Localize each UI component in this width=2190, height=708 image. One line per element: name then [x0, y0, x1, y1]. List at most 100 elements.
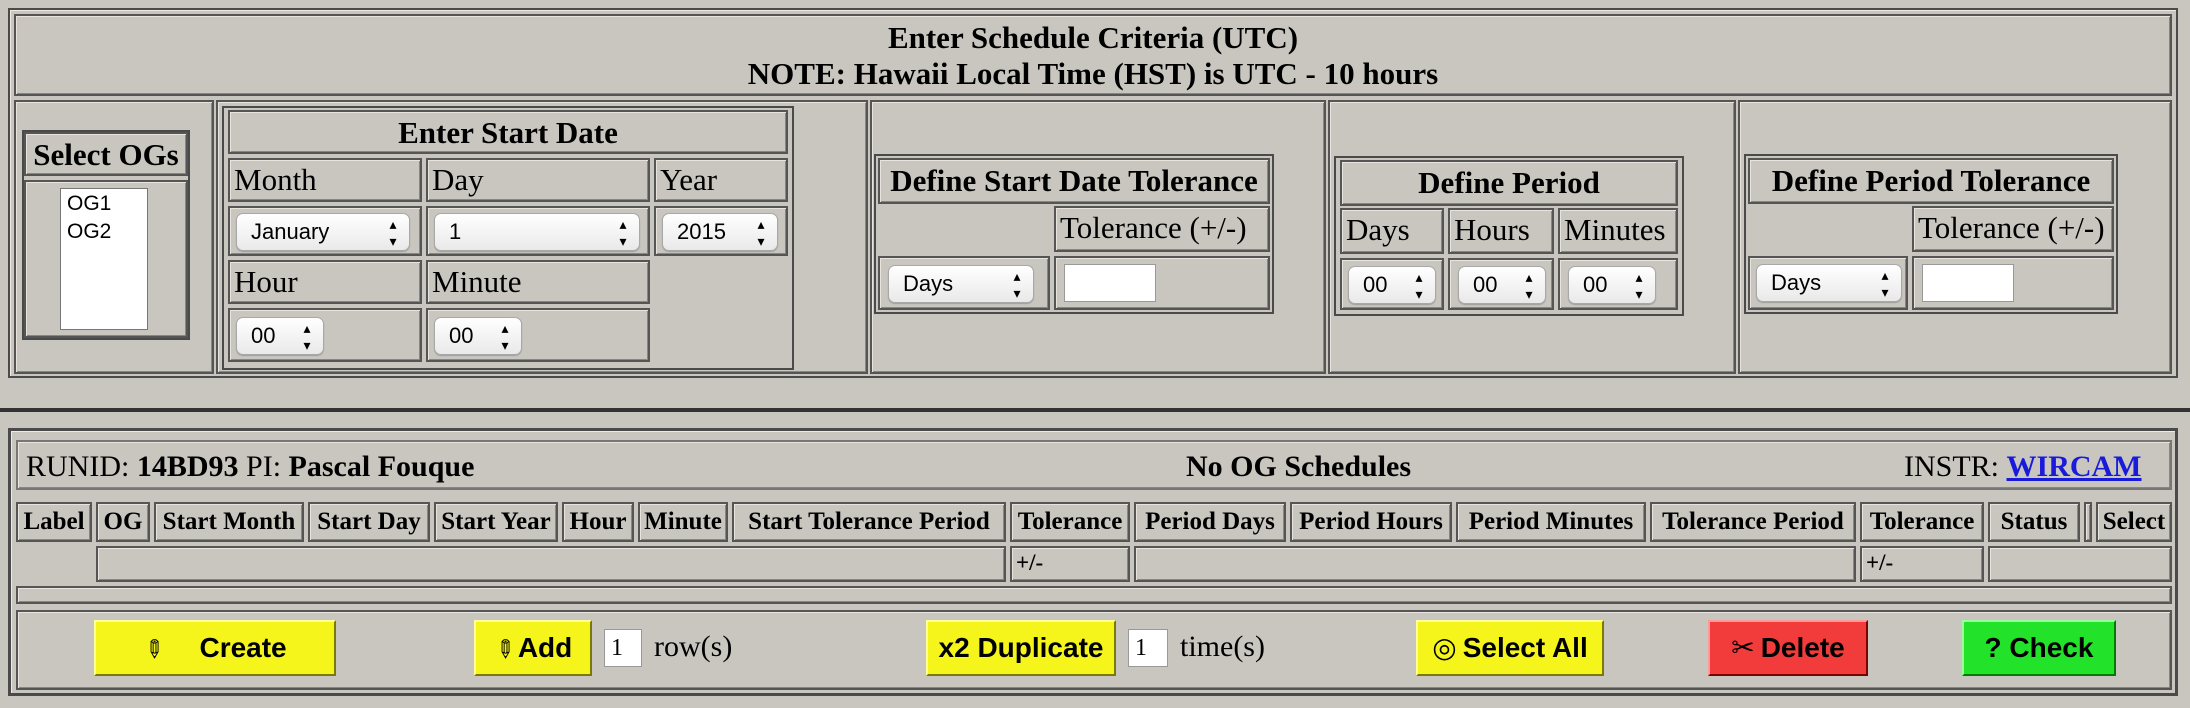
pencil-icon: ✎: [137, 632, 171, 667]
select-arrows-icon: ▴ ▾: [389, 216, 397, 249]
start-tolerance-input[interactable]: [1064, 264, 1156, 302]
period-minutes-label: Minutes: [1558, 208, 1678, 254]
criteria-note: NOTE: Hawaii Local Time (HST) is UTC - 1…: [747, 56, 1439, 91]
period-days-label: Days: [1340, 208, 1444, 254]
col-header-start-day: Start Day: [308, 502, 430, 542]
runid-label: RUNID:: [26, 450, 130, 483]
select-arrows-icon: ▴ ▾: [1881, 267, 1889, 300]
select-arrows-icon: ▴ ▾: [1525, 269, 1533, 302]
select-arrows-icon: ▴ ▾: [619, 216, 627, 249]
run-info: RUNID: 14BD93 PI: Pascal Fouque: [26, 450, 474, 484]
minute-select[interactable]: 00 ▴ ▾: [434, 317, 522, 355]
period-hours-label: Hours: [1448, 208, 1554, 254]
col-header-start-month: Start Month: [154, 502, 304, 542]
period-minutes-select[interactable]: 00 ▴ ▾: [1568, 266, 1656, 304]
criteria-header: Enter Schedule Criteria (UTC) NOTE: Hawa…: [14, 14, 2172, 96]
add-rows-value: 1: [611, 635, 623, 661]
duplicate-times-input[interactable]: 1: [1128, 629, 1168, 667]
period-tolerance-input[interactable]: [1922, 264, 2014, 302]
day-label: Day: [426, 158, 650, 202]
start-date-title: Enter Start Date: [228, 110, 788, 154]
col-header-og: OG: [96, 502, 150, 542]
month-select-value: January: [251, 219, 330, 244]
col-header-start-year: Start Year: [434, 502, 558, 542]
select-arrows-icon: ▴ ▾: [1415, 269, 1423, 302]
col-header-blank: [2084, 502, 2092, 542]
period-title: Define Period: [1340, 160, 1678, 206]
select-all-button[interactable]: ◎ Select All: [1416, 620, 1604, 676]
scissors-icon: ✂: [1731, 632, 1755, 663]
col-header-period-minutes: Period Minutes: [1456, 502, 1646, 542]
month-select[interactable]: January ▴ ▾: [236, 213, 410, 251]
create-button[interactable]: ✎ Create: [94, 620, 336, 676]
period-hours-value: 00: [1473, 272, 1498, 297]
day-select-value: 1: [449, 219, 462, 244]
pi-label: PI:: [246, 450, 282, 483]
month-label: Month: [228, 158, 422, 202]
og-option[interactable]: OG1: [61, 189, 147, 219]
period-days-value: 00: [1363, 272, 1388, 297]
period-tolerance-unit-select[interactable]: Days ▴ ▾: [1756, 264, 1902, 302]
check-button[interactable]: ? Check: [1962, 620, 2116, 676]
select-ogs-title: Select OGs: [24, 132, 188, 176]
add-rows-input[interactable]: 1: [604, 629, 642, 667]
col-header-period-days: Period Days: [1134, 502, 1286, 542]
section-divider: [0, 408, 2190, 412]
year-select-value: 2015: [677, 219, 726, 244]
period-tolerance-label: Tolerance (+/-): [1912, 206, 2114, 252]
year-label: Year: [654, 158, 788, 202]
minute-label: Minute: [426, 260, 650, 304]
table-row-tolerance: +/-: [1010, 546, 1130, 582]
col-header-minute: Minute: [638, 502, 728, 542]
tolerance-symbol: +/-: [1866, 550, 1894, 575]
tolerance-symbol: +/-: [1016, 550, 1044, 575]
period-tolerance-title: Define Period Tolerance: [1748, 158, 2114, 204]
period-minutes-value: 00: [1583, 272, 1608, 297]
minute-select-value: 00: [449, 323, 474, 348]
criteria-title: Enter Schedule Criteria (UTC): [887, 20, 1299, 55]
rows-suffix: row(s): [654, 630, 733, 663]
add-button[interactable]: ✎Add: [474, 620, 592, 676]
times-suffix: time(s): [1180, 630, 1265, 663]
col-header-select: Select: [2096, 502, 2172, 542]
select-arrows-icon: ▴ ▾: [757, 216, 765, 249]
table-row-cell: [1988, 546, 2172, 582]
col-header-tolerance: Tolerance: [1010, 502, 1130, 542]
col-header-hour: Hour: [562, 502, 634, 542]
table-row-tolerance: +/-: [1860, 546, 1984, 582]
period-hours-select[interactable]: 00 ▴ ▾: [1458, 266, 1546, 304]
schedule-status: No OG Schedules: [1186, 450, 1412, 483]
year-select[interactable]: 2015 ▴ ▾: [662, 213, 778, 251]
select-arrows-icon: ▴ ▾: [501, 320, 509, 353]
hour-select-value: 00: [251, 323, 276, 348]
pi-value: Pascal Fouque: [288, 450, 475, 483]
hour-select[interactable]: 00 ▴ ▾: [236, 317, 324, 355]
duplicate-button[interactable]: x2 Duplicate: [926, 620, 1116, 676]
table-spacer-row: [16, 586, 2172, 604]
og-option[interactable]: OG2: [61, 219, 147, 245]
col-header-tolerance-period: Tolerance Period: [1650, 502, 1856, 542]
target-icon: ◎: [1432, 632, 1457, 663]
select-arrows-icon: ▴ ▾: [303, 320, 311, 353]
col-header-label: Label: [16, 502, 92, 542]
delete-button[interactable]: ✂ Delete: [1708, 620, 1868, 676]
select-arrows-icon: ▴ ▾: [1635, 269, 1643, 302]
day-select[interactable]: 1 ▴ ▾: [434, 213, 640, 251]
create-button-label: Create: [199, 632, 287, 663]
start-tolerance-unit-select[interactable]: Days ▴ ▾: [888, 265, 1034, 303]
col-header-status: Status: [1988, 502, 2080, 542]
select-arrows-icon: ▴ ▾: [1013, 268, 1021, 301]
table-row-cell: [1134, 546, 1856, 582]
delete-button-label: Delete: [1760, 632, 1845, 663]
og-listbox[interactable]: OG1 OG2: [60, 188, 148, 330]
instr-label: INSTR:: [1904, 450, 2000, 483]
col-header-start-tolerance-period: Start Tolerance Period: [732, 502, 1006, 542]
duplicate-times-value: 1: [1135, 635, 1147, 661]
instr-link[interactable]: WIRCAM: [2007, 450, 2142, 483]
start-tolerance-label: Tolerance (+/-): [1054, 206, 1270, 252]
select-all-button-label: Select All: [1462, 632, 1588, 663]
period-days-select[interactable]: 00 ▴ ▾: [1348, 266, 1436, 304]
start-tolerance-unit-value: Days: [903, 271, 954, 296]
start-tolerance-title: Define Start Date Tolerance: [878, 158, 1270, 204]
table-row-cell: [96, 546, 1006, 582]
